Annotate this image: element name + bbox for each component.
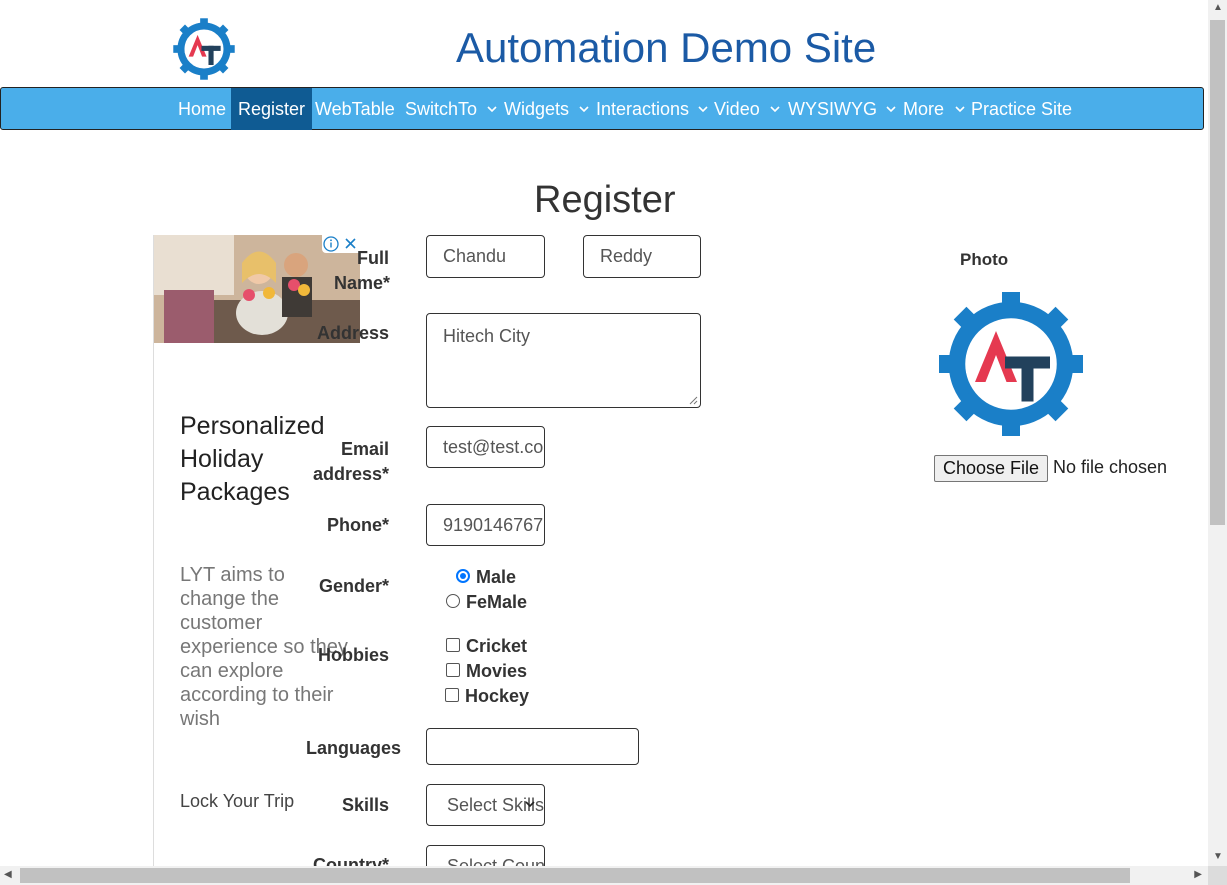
gender-label: Gender* [318,576,389,596]
phone-input[interactable]: 9190146767 [426,504,545,546]
chevron-down-icon[interactable] [953,102,967,116]
site-title: Automation Demo Site [456,24,877,71]
scroll-left-icon[interactable]: ◀ [4,869,12,880]
checkbox-cricket[interactable] [446,638,460,653]
skills-select[interactable]: Select Skills [426,784,545,826]
main-navbar: Home Register WebTable SwitchTo Widgets … [0,87,1204,130]
languages-input[interactable] [426,728,639,765]
languages-label: Languages [305,738,401,758]
nav-interactions[interactable]: Interactions [596,88,689,130]
checkbox-movies[interactable] [446,663,460,678]
address-label: Address [316,323,389,343]
scroll-down-icon[interactable]: ▼ [1213,851,1223,862]
scroll-up-icon[interactable]: ▲ [1213,2,1223,13]
hobby-movies-label: Movies [466,661,528,681]
nav-practice-site[interactable]: Practice Site [971,88,1072,130]
chevron-down-icon[interactable] [577,102,591,116]
address-textarea[interactable]: Hitech City [426,313,701,408]
hobby-hockey[interactable]: Hockey [445,686,529,707]
horizontal-scrollbar[interactable]: ◀ ▶ [0,866,1208,885]
photo-preview-logo-icon [939,292,1083,436]
hobby-cricket-label: Cricket [466,636,528,656]
chevron-down-icon[interactable] [485,102,499,116]
chevron-down-icon [525,801,535,808]
nav-video[interactable]: Video [714,88,760,130]
nav-wysiwyg[interactable]: WYSIWYG [788,88,877,130]
chevron-down-icon[interactable] [768,102,782,116]
nav-widgets[interactable]: Widgets [504,88,569,130]
nav-home[interactable]: Home [178,88,226,130]
hobby-hockey-label: Hockey [465,686,530,706]
vertical-scroll-thumb[interactable] [1210,20,1225,525]
choose-file-button[interactable]: Choose File [934,455,1048,482]
nav-webtable[interactable]: WebTable [315,88,395,130]
chevron-down-icon[interactable] [884,102,898,116]
email-input[interactable]: test@test.com [426,426,545,468]
full-name-label: Full Name* [334,248,391,293]
site-logo-icon [173,18,235,80]
ad-cta[interactable]: Lock Your Trip [180,791,294,812]
nav-switchto[interactable]: SwitchTo [405,88,477,130]
nav-register[interactable]: Register [231,88,313,130]
horizontal-scroll-thumb[interactable] [20,868,1130,883]
scrollbar-corner [1208,866,1227,885]
address-value: Hitech City [443,326,531,346]
gender-option-female[interactable]: FeMale [446,592,527,613]
hobby-movies[interactable]: Movies [446,661,527,682]
radio-male[interactable] [456,569,470,584]
resize-handle-icon[interactable] [688,395,698,405]
page-title: Register [534,179,676,221]
file-status: No file chosen [1053,457,1168,477]
chevron-down-icon[interactable] [696,102,710,116]
skills-label: Skills [341,795,389,815]
radio-female[interactable] [446,594,460,609]
gender-female-label: FeMale [466,592,528,612]
phone-label: Phone* [326,515,389,535]
last-name-input[interactable]: Reddy [583,235,701,278]
checkbox-hockey[interactable] [445,688,459,703]
first-name-input[interactable]: Chandu [426,235,545,278]
photo-label: Photo [960,250,1009,269]
scroll-right-icon[interactable]: ▶ [1194,869,1202,880]
gender-male-label: Male [476,567,517,587]
gender-option-male[interactable]: Male [456,567,516,588]
hobby-cricket[interactable]: Cricket [446,636,527,657]
email-label: Email address* [312,439,389,484]
nav-more[interactable]: More [903,88,944,130]
vertical-scrollbar[interactable]: ▲ ▼ [1208,0,1227,866]
hobbies-label: Hobbies [317,645,389,665]
